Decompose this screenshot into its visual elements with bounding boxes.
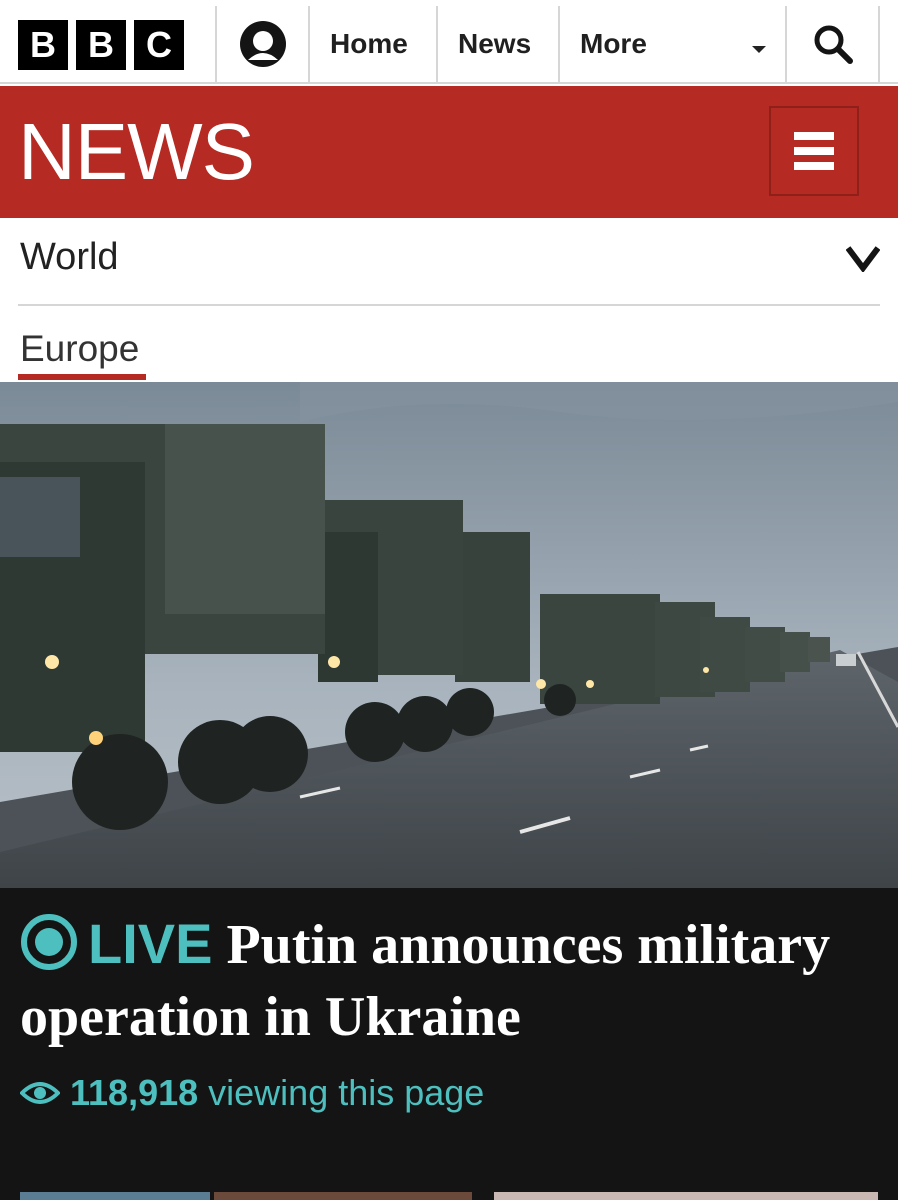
news-banner: NEWS (0, 86, 898, 218)
hero-image[interactable] (0, 382, 898, 888)
bbc-logo[interactable]: B B C (18, 20, 184, 70)
nav-more-dropdown[interactable]: More (558, 6, 785, 82)
nav-news-label: News (458, 28, 532, 59)
nav-news-link[interactable]: News (436, 6, 558, 82)
search-button[interactable] (785, 6, 878, 82)
live-headline-card[interactable]: LIVE Putin announces military operation i… (0, 888, 898, 1200)
logo-letter: B (18, 20, 68, 70)
top-navigation-bar: B B C Home News More (0, 0, 898, 84)
thumbnail[interactable] (20, 1192, 210, 1200)
section-selector[interactable]: World (18, 218, 880, 306)
logo-letter: C (134, 20, 184, 70)
headline[interactable]: LIVE Putin announces military operation i… (20, 908, 880, 1053)
account-button[interactable] (215, 6, 308, 82)
next-stories-thumbnails[interactable] (0, 1192, 898, 1200)
nav-divider (878, 6, 898, 82)
logo-letter: B (76, 20, 126, 70)
user-account-icon (239, 21, 286, 67)
nav-home-link[interactable]: Home (308, 6, 436, 82)
subsection-link-europe[interactable]: Europe (20, 328, 139, 370)
menu-button[interactable] (769, 106, 859, 196)
hamburger-menu-icon (794, 132, 834, 170)
nav-more-label: More (580, 28, 647, 59)
live-indicator-icon (21, 914, 77, 970)
convoy-photo (0, 382, 898, 888)
viewer-count-number: 118,918 (70, 1072, 199, 1113)
viewer-count: 118,918 viewing this page (20, 1072, 484, 1114)
section-label: World (20, 236, 119, 278)
caret-down-icon (752, 46, 766, 53)
search-icon (814, 25, 853, 64)
live-label: LIVE (88, 912, 213, 975)
thumbnail[interactable] (494, 1192, 878, 1200)
chevron-down-icon (846, 246, 880, 272)
viewer-count-text: viewing this page (208, 1072, 485, 1113)
news-title[interactable]: NEWS (18, 104, 255, 200)
thumbnail[interactable] (214, 1192, 472, 1200)
eye-icon (20, 1082, 60, 1104)
nav-home-label: Home (330, 28, 408, 59)
active-subsection-indicator (18, 374, 146, 380)
